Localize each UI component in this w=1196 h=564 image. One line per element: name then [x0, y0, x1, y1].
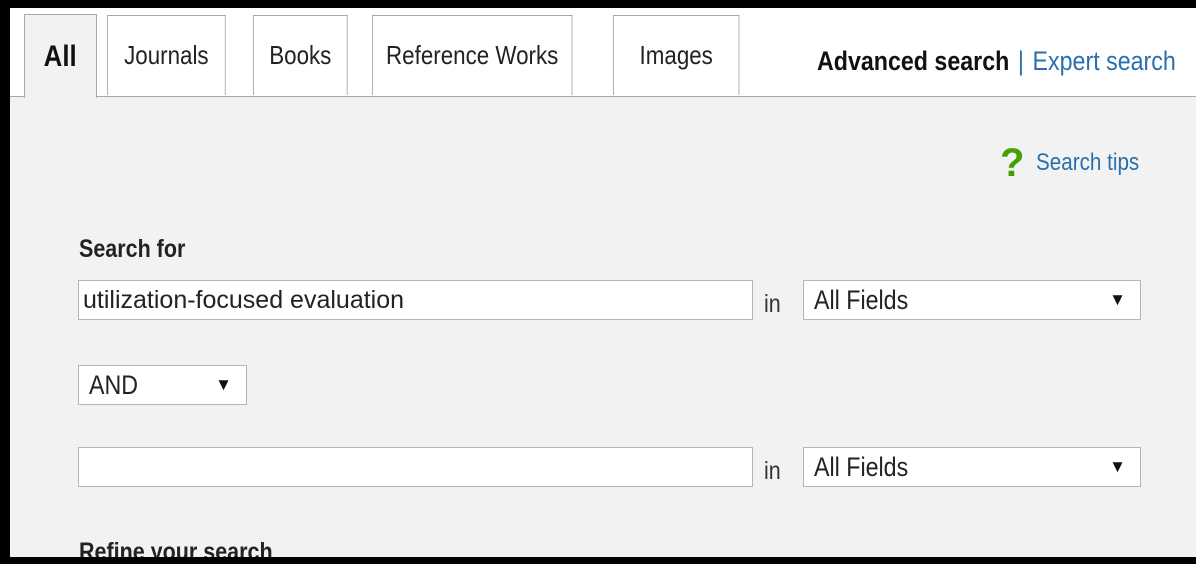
- field-select-1-value: All Fields: [814, 284, 909, 315]
- field-select-2-value: All Fields: [814, 451, 909, 482]
- tab-reference-works[interactable]: Reference Works: [372, 15, 573, 95]
- dropdown-arrow-icon: ▼: [1109, 290, 1126, 309]
- tab-books[interactable]: Books: [253, 15, 348, 95]
- advanced-search-link[interactable]: Advanced search: [817, 46, 1009, 76]
- question-mark-icon: ?: [1000, 141, 1025, 185]
- search-for-heading: Search for: [79, 235, 186, 263]
- search-tips-link[interactable]: Search tips: [1036, 149, 1139, 177]
- refine-search-heading: Refine your search: [79, 538, 273, 557]
- tab-images-label: Images: [639, 40, 713, 70]
- tab-journals-label: Journals: [124, 40, 209, 70]
- operator-select[interactable]: AND ▼: [78, 365, 247, 405]
- field-select-2[interactable]: All Fields ▼: [803, 447, 1141, 487]
- dropdown-arrow-icon: ▼: [215, 375, 232, 394]
- tab-all[interactable]: All: [24, 14, 97, 98]
- dropdown-arrow-icon: ▼: [1109, 457, 1126, 476]
- tab-reference-works-label: Reference Works: [386, 40, 559, 70]
- search-tips[interactable]: ? Search tips: [1000, 143, 1157, 183]
- expert-search-link[interactable]: Expert search: [1033, 46, 1176, 76]
- tab-all-label: All: [44, 39, 77, 73]
- search-input-2[interactable]: [78, 447, 753, 487]
- search-mode-links: Advanced search | Expert search: [817, 46, 1176, 77]
- search-page: All Journals Books Reference Works Image…: [10, 8, 1196, 557]
- in-label-1: in: [764, 290, 781, 318]
- tab-journals[interactable]: Journals: [107, 15, 226, 95]
- tab-images[interactable]: Images: [613, 15, 740, 95]
- field-select-1[interactable]: All Fields ▼: [803, 280, 1141, 320]
- tab-books-label: Books: [269, 40, 332, 70]
- search-input-1[interactable]: [78, 280, 753, 320]
- operator-select-value: AND: [89, 369, 139, 400]
- link-separator: |: [1017, 46, 1024, 76]
- in-label-2: in: [764, 457, 781, 485]
